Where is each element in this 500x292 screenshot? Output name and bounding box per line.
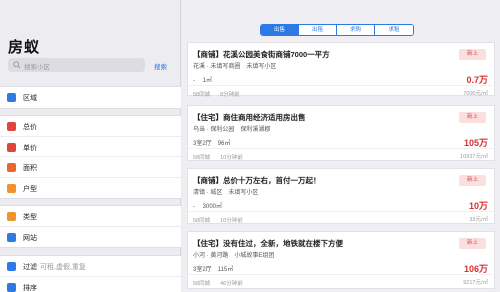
new-badge: 新上 — [459, 175, 486, 186]
listing-unit-price: 7000元/㎡ — [463, 91, 488, 97]
app-title: 房蚁 — [8, 39, 41, 56]
sidebar-item-total-price[interactable]: 总价 — [0, 116, 181, 137]
sidebar-item-label: 区域 — [23, 95, 37, 102]
listing-meta: 58同城 8分钟前 — [193, 90, 250, 98]
listing-area: - 3000㎡ — [193, 204, 223, 210]
listing-price: 105万 — [463, 138, 488, 148]
new-badge: 新上 — [459, 112, 486, 123]
listing-area: 3室2厅 115㎡ — [193, 267, 234, 273]
listing-card[interactable]: 【商铺】花溪公园美食街商铺7000一平方 花溪 · 未填写商圈 未填写小区 - … — [187, 42, 496, 98]
listing-type-tabs: 出售 出租 求购 求租 — [260, 24, 414, 36]
listing-location: 小河 · 黄河路 小城故事E组团 — [193, 253, 275, 259]
sidebar-item-layout[interactable]: 户型 — [0, 178, 181, 199]
unit-price-icon — [7, 142, 16, 152]
sidebar-item-label: 单价 — [23, 144, 37, 152]
filter-summary: 可租,虚假,重复 — [40, 264, 86, 271]
sidebar: 房蚁 搜索小区 搜索 区域 总价 单价 面积 户型 类型 网站 过滤 可租,虚假… — [0, 0, 181, 292]
search-input[interactable]: 搜索小区 — [8, 58, 145, 72]
listing-source: 58同城 — [193, 92, 211, 98]
listing-meta: 58同城 10分钟前 — [193, 153, 253, 161]
listing-card[interactable]: 【住宅】商住商用经济适用房出售 乌当 · 保利公园 保利溪湖郡 3室2厅 96㎡… — [187, 105, 496, 161]
listing-title: 【住宅】商住商用经济适用房出售 — [193, 113, 306, 122]
sidebar-item-label: 排序 — [23, 284, 37, 292]
listing-card[interactable]: 【商铺】总价十万左右，首付一万起！ 清镇 · 城区 未填写小区 - 3000㎡ … — [187, 168, 496, 224]
listing-location: 清镇 · 城区 未填写小区 — [193, 190, 259, 196]
listing-source: 58同城 — [193, 218, 211, 224]
listing-meta: 58同城 10分钟前 — [193, 216, 253, 224]
search-button[interactable]: 搜索 — [154, 61, 167, 71]
sidebar-item-label: 类型 — [23, 214, 37, 221]
menu-group-price: 总价 单价 面积 户型 — [0, 115, 181, 199]
listing-time: 10分钟前 — [220, 218, 243, 224]
listing-unit-price: 10937元/㎡ — [460, 154, 488, 160]
tab-want-buy[interactable]: 求购 — [337, 25, 375, 35]
tab-sale[interactable]: 出售 — [261, 25, 299, 35]
sidebar-item-region[interactable]: 区域 — [0, 87, 181, 108]
tab-want-rent[interactable]: 求租 — [375, 25, 413, 35]
layout-icon — [7, 183, 16, 193]
listing-price: 0.7万 — [466, 75, 488, 85]
listing-time: 46分钟前 — [220, 281, 243, 287]
sidebar-item-label: 面积 — [23, 165, 37, 172]
sidebar-item-area[interactable]: 面积 — [0, 157, 181, 178]
listing-title: 【商铺】花溪公园美食街商铺7000一平方 — [193, 50, 330, 59]
area-icon — [7, 163, 16, 172]
listing-unit-price: 33元/㎡ — [469, 217, 488, 223]
sidebar-item-label: 过滤 可租,虚假,重复 — [23, 264, 86, 271]
listing-time: 8分钟前 — [220, 92, 240, 98]
listing-title: 【住宅】没有住过，全新，地铁就在楼下方便 — [193, 239, 343, 248]
listing-source: 58同城 — [193, 155, 211, 161]
listing-card[interactable]: 【住宅】没有住过，全新，地铁就在楼下方便 小河 · 黄河路 小城故事E组团 3室… — [187, 231, 496, 289]
menu-group-region: 区域 — [0, 86, 181, 109]
listing-area: - 1㎡ — [193, 78, 213, 84]
sidebar-item-label: 总价 — [23, 124, 37, 131]
sidebar-item-label: 网站 — [23, 234, 37, 242]
price-icon — [7, 122, 16, 131]
new-badge: 新上 — [459, 238, 486, 249]
filter-icon — [7, 262, 16, 271]
type-icon — [7, 212, 16, 221]
listing-unit-price: 9217元/㎡ — [463, 280, 488, 286]
sidebar-item-website[interactable]: 网站 — [0, 227, 181, 248]
search-icon — [13, 61, 21, 69]
divider — [188, 211, 496, 212]
menu-group-type: 类型 网站 — [0, 205, 181, 248]
listing-meta: 58同城 46分钟前 — [193, 279, 253, 287]
sidebar-item-sort[interactable]: 排序 — [0, 277, 181, 292]
listing-time: 10分钟前 — [220, 155, 243, 161]
divider — [188, 148, 496, 149]
listing-source: 58同城 — [193, 281, 211, 287]
menu-group-filter: 过滤 可租,虚假,重复 排序 — [0, 255, 181, 292]
sidebar-item-filter[interactable]: 过滤 可租,虚假,重复 — [0, 256, 181, 277]
listing-location: 花溪 · 未填写商圈 未填写小区 — [193, 64, 277, 70]
divider — [188, 274, 496, 275]
listing-panel: 出售 出租 求购 求租 【商铺】花溪公园美食街商铺7000一平方 花溪 · 未填… — [182, 0, 500, 292]
search-placeholder: 搜索小区 — [24, 64, 50, 71]
sidebar-item-label: 户型 — [23, 185, 37, 193]
divider — [188, 85, 496, 86]
listing-location: 乌当 · 保利公园 保利溪湖郡 — [193, 127, 271, 133]
listing-price: 10万 — [468, 201, 488, 211]
listing-title: 【商铺】总价十万左右，首付一万起！ — [193, 176, 321, 185]
listing-price: 106万 — [463, 264, 488, 274]
sidebar-item-type[interactable]: 类型 — [0, 206, 181, 227]
location-icon — [7, 93, 16, 102]
sidebar-item-unit-price[interactable]: 单价 — [0, 137, 181, 157]
new-badge: 新上 — [459, 49, 486, 60]
sort-icon — [7, 282, 16, 292]
website-icon — [7, 232, 16, 242]
search-row: 搜索小区 搜索 — [8, 58, 173, 72]
listing-area: 3室2厅 96㎡ — [193, 141, 231, 147]
tab-rent[interactable]: 出租 — [299, 25, 337, 35]
